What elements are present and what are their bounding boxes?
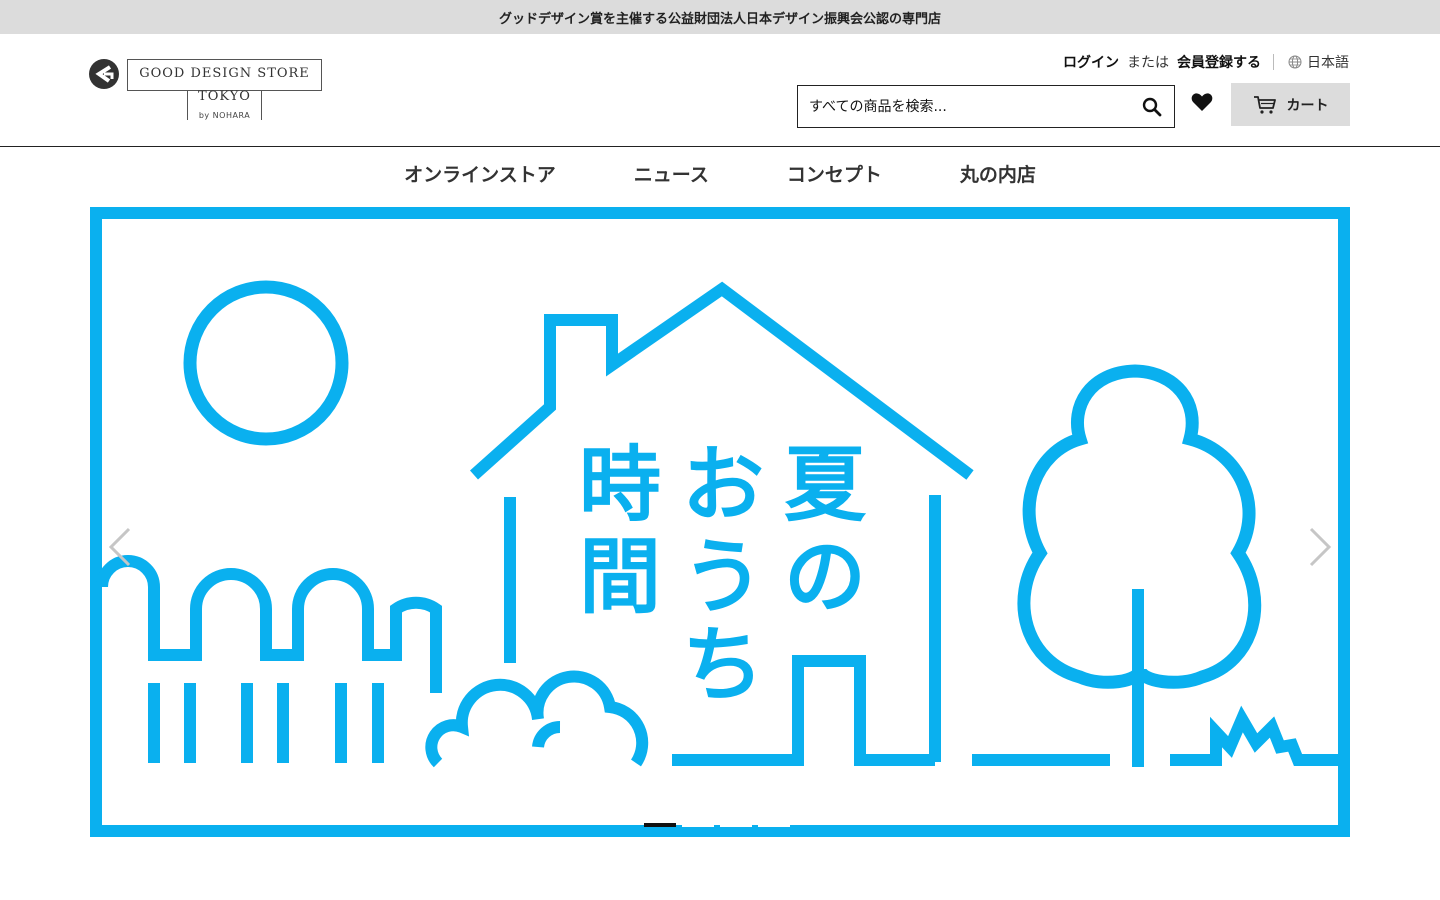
language-selector[interactable]: 日本語	[1288, 52, 1349, 72]
logo-line1: GOOD DESIGN STORE	[139, 66, 310, 81]
hero-title-char-o: お	[682, 438, 764, 533]
good-design-mark-icon	[89, 59, 119, 89]
search-bar	[797, 85, 1175, 128]
search-input[interactable]	[798, 86, 1130, 127]
announcement-text: グッドデザイン賞を主催する公益財団法人日本デザイン振興会公認の専門店	[498, 11, 941, 27]
nav-concept[interactable]: コンセプト	[787, 160, 882, 187]
search-icon	[1142, 97, 1162, 116]
globe-icon	[1288, 55, 1302, 69]
announcement-bar: グッドデザイン賞を主催する公益財団法人日本デザイン振興会公認の専門店	[0, 0, 1440, 34]
hero-title-char-natsu: 夏	[784, 438, 867, 533]
wishlist-heart-icon[interactable]	[1190, 90, 1214, 114]
carousel-prev-arrow-icon[interactable]	[105, 525, 135, 569]
carousel-dot[interactable]	[644, 823, 676, 827]
site-logo[interactable]: GOOD DESIGN STORE TOKYO by NOHARA	[88, 58, 328, 124]
hero-title-char-ji: 時	[579, 438, 661, 533]
hero-title-char-chi: ち	[682, 618, 764, 713]
register-link[interactable]: 会員登録する	[1177, 52, 1261, 72]
language-label: 日本語	[1307, 55, 1349, 71]
carousel-dot[interactable]	[758, 823, 790, 827]
site-header: GOOD DESIGN STORE TOKYO by NOHARA ログイン ま…	[0, 34, 1440, 147]
hero-title-char-no: の	[784, 530, 866, 625]
hero-title-char-u: う	[682, 530, 764, 625]
cart-icon	[1253, 95, 1276, 114]
search-button[interactable]	[1130, 86, 1174, 127]
nav-online-store[interactable]: オンラインストア	[404, 160, 556, 187]
carousel-dots	[644, 823, 796, 827]
account-divider	[1273, 54, 1274, 70]
nav-marunouchi-store[interactable]: 丸の内店	[960, 160, 1036, 187]
nav-news[interactable]: ニュース	[634, 160, 709, 187]
hero-banner-illustration[interactable]: 夏 の お う ち 時 間	[90, 207, 1350, 837]
account-links: ログイン または 会員登録する 日本語	[1063, 52, 1349, 72]
cart-button[interactable]: カート	[1231, 83, 1350, 126]
carousel-dot[interactable]	[682, 823, 714, 827]
hero-carousel: 夏 の お う ち 時 間	[90, 207, 1350, 837]
cart-label: カート	[1286, 97, 1329, 114]
carousel-next-arrow-icon[interactable]	[1305, 525, 1335, 569]
logo-line2: TOKYO	[198, 89, 251, 104]
logo-line3: by NOHARA	[198, 111, 251, 120]
carousel-dot[interactable]	[720, 823, 752, 827]
or-text: または	[1127, 55, 1169, 71]
hero-title-char-kan: 間	[579, 530, 661, 625]
main-nav: オンラインストア ニュース コンセプト 丸の内店	[0, 147, 1440, 199]
login-link[interactable]: ログイン	[1063, 52, 1119, 72]
